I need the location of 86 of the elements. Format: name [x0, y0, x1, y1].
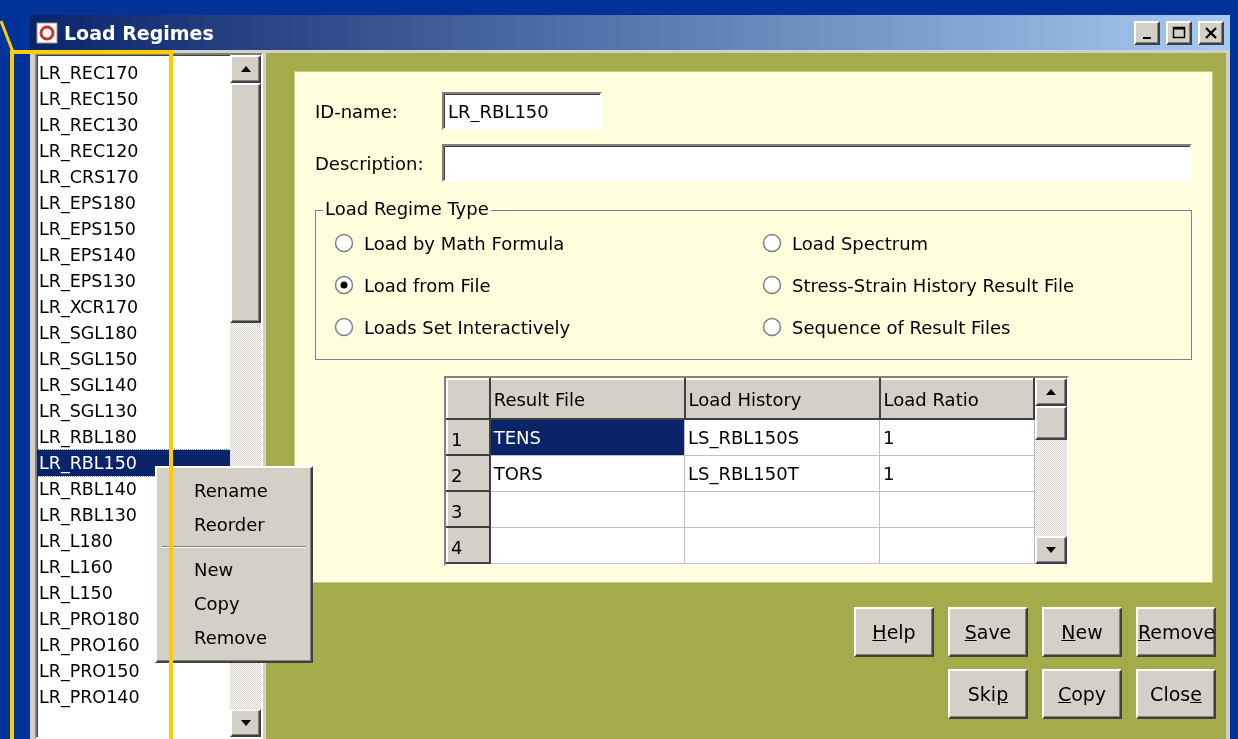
menu-item[interactable]: New [160, 553, 308, 587]
list-item[interactable]: LR_PRO150 [37, 658, 146, 684]
up-arrow-icon [1045, 388, 1057, 396]
dialog-button[interactable]: New [1042, 607, 1122, 657]
menu-item[interactable]: Rename [160, 474, 308, 508]
table-cell[interactable]: 1 [879, 455, 1034, 491]
field-label: Description: [315, 152, 425, 174]
scrollbar[interactable] [1035, 378, 1067, 564]
dialog-button[interactable]: Skip [948, 669, 1028, 719]
table-cell[interactable]: TORS [489, 455, 685, 491]
field-label: ID-name: [315, 100, 399, 122]
radio-label: Load from File [364, 274, 491, 296]
corner-cell [447, 379, 490, 419]
list-item[interactable]: LR_REC170 [37, 60, 145, 86]
menu-item[interactable]: Reorder [160, 508, 308, 542]
maximize-icon [1172, 25, 1186, 40]
scroll-up-button[interactable] [230, 55, 261, 83]
scroll-thumb[interactable] [230, 83, 261, 323]
list-item[interactable]: LR_EPS150 [37, 216, 142, 242]
list-item[interactable]: LR_EPS140 [37, 242, 142, 268]
maximize-button[interactable] [1166, 20, 1192, 45]
group-title: Load Regime Type [323, 198, 491, 219]
list-item[interactable]: LR_PRO140 [37, 684, 146, 710]
list-item[interactable]: LR_XCR170 [37, 294, 145, 320]
column-header[interactable]: Result File [489, 379, 685, 419]
column-header[interactable]: Load Ratio [879, 379, 1034, 419]
app-icon [36, 21, 58, 44]
row-header[interactable]: 3 [447, 491, 490, 527]
list-item[interactable]: LR_EPS180 [37, 190, 142, 216]
list-item[interactable]: LR_SGL140 [37, 372, 144, 398]
dialog-button[interactable]: Save [948, 607, 1028, 657]
list-item[interactable]: LR_PRO160 [37, 632, 146, 658]
description-field[interactable] [442, 144, 1192, 182]
id-name-field[interactable]: LR_RBL150 [442, 92, 602, 130]
dialog-button[interactable]: Copy [1042, 669, 1122, 719]
list-item[interactable]: LR_PRO180 [37, 606, 146, 632]
list-item[interactable]: LR_RBL180 [37, 424, 143, 450]
radio-button[interactable] [334, 233, 354, 253]
close-icon [1204, 25, 1218, 40]
radio-button[interactable] [762, 233, 782, 253]
minimize-button[interactable] [1134, 20, 1160, 45]
list-item[interactable]: LR_REC150 [37, 86, 145, 112]
radio-button[interactable] [762, 317, 782, 337]
row-header[interactable]: 2 [447, 455, 490, 491]
radio-label: Stress-Strain History Result File [792, 274, 1075, 296]
list-item[interactable]: LR_SGL130 [37, 398, 144, 424]
list-item[interactable]: LR_CRS170 [37, 164, 145, 190]
dialog-button[interactable]: Help [854, 607, 934, 657]
dialog-button[interactable]: Remove [1136, 607, 1216, 657]
scroll-down-button[interactable] [1035, 536, 1067, 564]
menu-item[interactable]: Remove [160, 621, 308, 655]
scroll-down-button[interactable] [230, 709, 261, 737]
list-item[interactable]: LR_SGL180 [37, 320, 144, 346]
radio-label: Load by Math Formula [364, 232, 565, 254]
scroll-up-button[interactable] [1035, 378, 1067, 406]
down-arrow-icon [1045, 546, 1057, 554]
list-item[interactable]: LR_REC120 [37, 138, 145, 164]
radio-label: Load Spectrum [792, 232, 929, 254]
table-cell[interactable]: 1 [879, 419, 1034, 455]
list-item[interactable]: LR_EPS130 [37, 268, 142, 294]
radio-button[interactable] [762, 275, 782, 295]
list-item[interactable]: LR_REC130 [37, 112, 145, 138]
dialog-button[interactable]: Close [1136, 669, 1216, 719]
list-item[interactable]: LR_RBL140 [37, 476, 143, 502]
window-title: Load Regimes [64, 21, 215, 44]
table-cell[interactable]: LS_RBL150S [684, 419, 880, 455]
radio-label: Sequence of Result Files [792, 316, 1011, 338]
list-item[interactable]: LR_L150 [37, 580, 119, 606]
radio-button[interactable] [334, 317, 354, 337]
list-item[interactable]: LR_L180 [37, 528, 119, 554]
up-arrow-icon [239, 65, 252, 73]
list-item[interactable]: LR_RBL130 [37, 502, 143, 528]
list-item[interactable]: LR_L160 [37, 554, 119, 580]
scroll-thumb[interactable] [1035, 406, 1067, 440]
radio-label: Loads Set Interactively [364, 316, 571, 338]
list-item[interactable]: LR_SGL150 [37, 346, 144, 372]
row-header[interactable]: 1 [447, 419, 490, 455]
radio-button[interactable] [334, 275, 354, 295]
row-header[interactable]: 4 [447, 527, 490, 563]
close-button[interactable] [1198, 20, 1224, 45]
minimize-icon [1143, 36, 1151, 39]
down-arrow-icon [239, 719, 252, 727]
column-header[interactable]: Load History [684, 379, 880, 419]
table-cell[interactable]: LS_RBL150T [684, 455, 880, 491]
menu-item[interactable]: Copy [160, 587, 308, 621]
table-cell[interactable]: TENS [489, 419, 685, 455]
